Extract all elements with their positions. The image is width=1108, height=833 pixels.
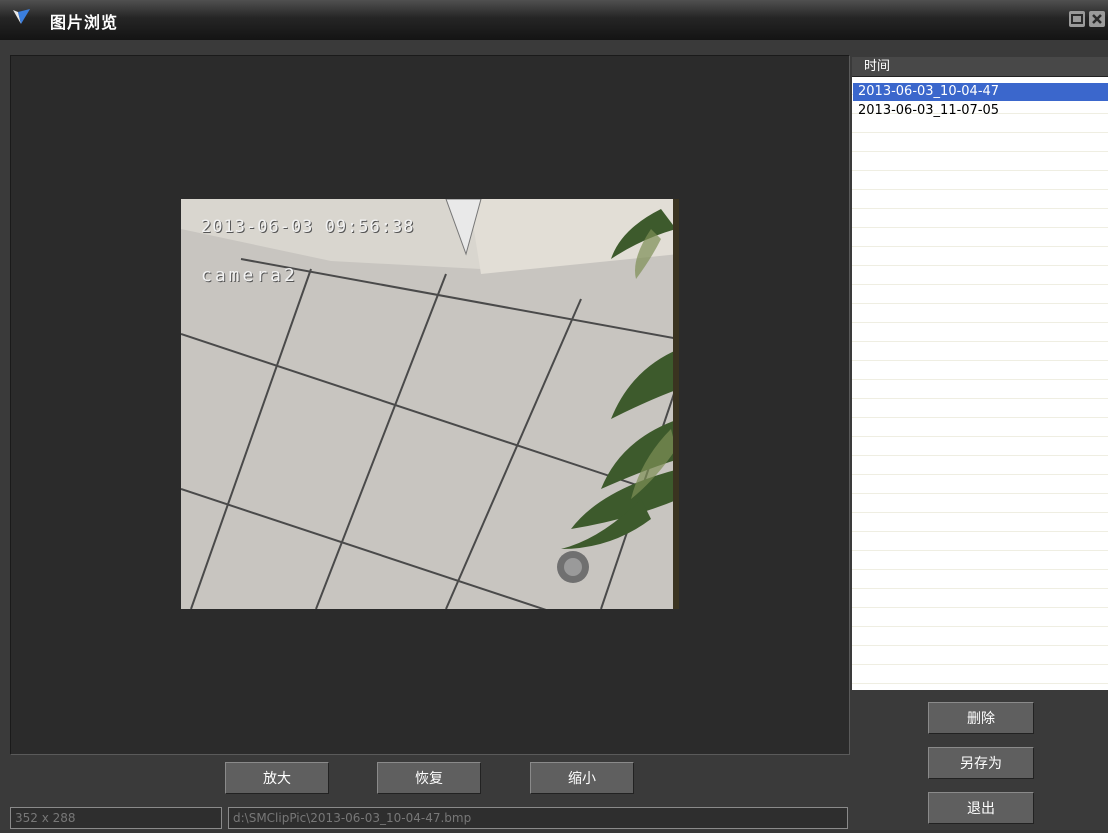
- file-list[interactable]: 时间 2013-06-03_10-04-47 2013-06-03_11-07-…: [852, 57, 1108, 690]
- list-item[interactable]: 2013-06-03_10-04-47: [853, 83, 1108, 101]
- snapshot-scene: [181, 199, 679, 609]
- zoom-out-button[interactable]: 缩小: [530, 762, 634, 794]
- list-item[interactable]: 2013-06-03_11-07-05: [853, 102, 1108, 120]
- restore-button[interactable]: 恢复: [377, 762, 481, 794]
- delete-button[interactable]: 删除: [928, 702, 1034, 734]
- title-bar: 图片浏览: [0, 0, 1108, 40]
- image-size-status: 352 x 288: [10, 807, 222, 829]
- maximize-icon[interactable]: [1068, 10, 1086, 28]
- snapshot-timestamp-overlay: 2013-06-03 09:56:38: [201, 217, 415, 237]
- app-logo-icon: [13, 9, 30, 24]
- zoom-in-button[interactable]: 放大: [225, 762, 329, 794]
- snapshot-camera-label: camera2: [201, 265, 298, 286]
- file-path-status: d:\SMClipPic\2013-06-03_10-04-47.bmp: [228, 807, 848, 829]
- save-as-button[interactable]: 另存为: [928, 747, 1034, 779]
- close-icon[interactable]: [1088, 10, 1106, 28]
- time-column-header[interactable]: 时间: [852, 57, 1108, 77]
- window-title: 图片浏览: [50, 13, 119, 32]
- exit-button[interactable]: 退出: [928, 792, 1034, 824]
- camera-snapshot-image: 2013-06-03 09:56:38 camera2: [181, 199, 679, 609]
- image-viewer-pane[interactable]: 2013-06-03 09:56:38 camera2: [10, 55, 850, 755]
